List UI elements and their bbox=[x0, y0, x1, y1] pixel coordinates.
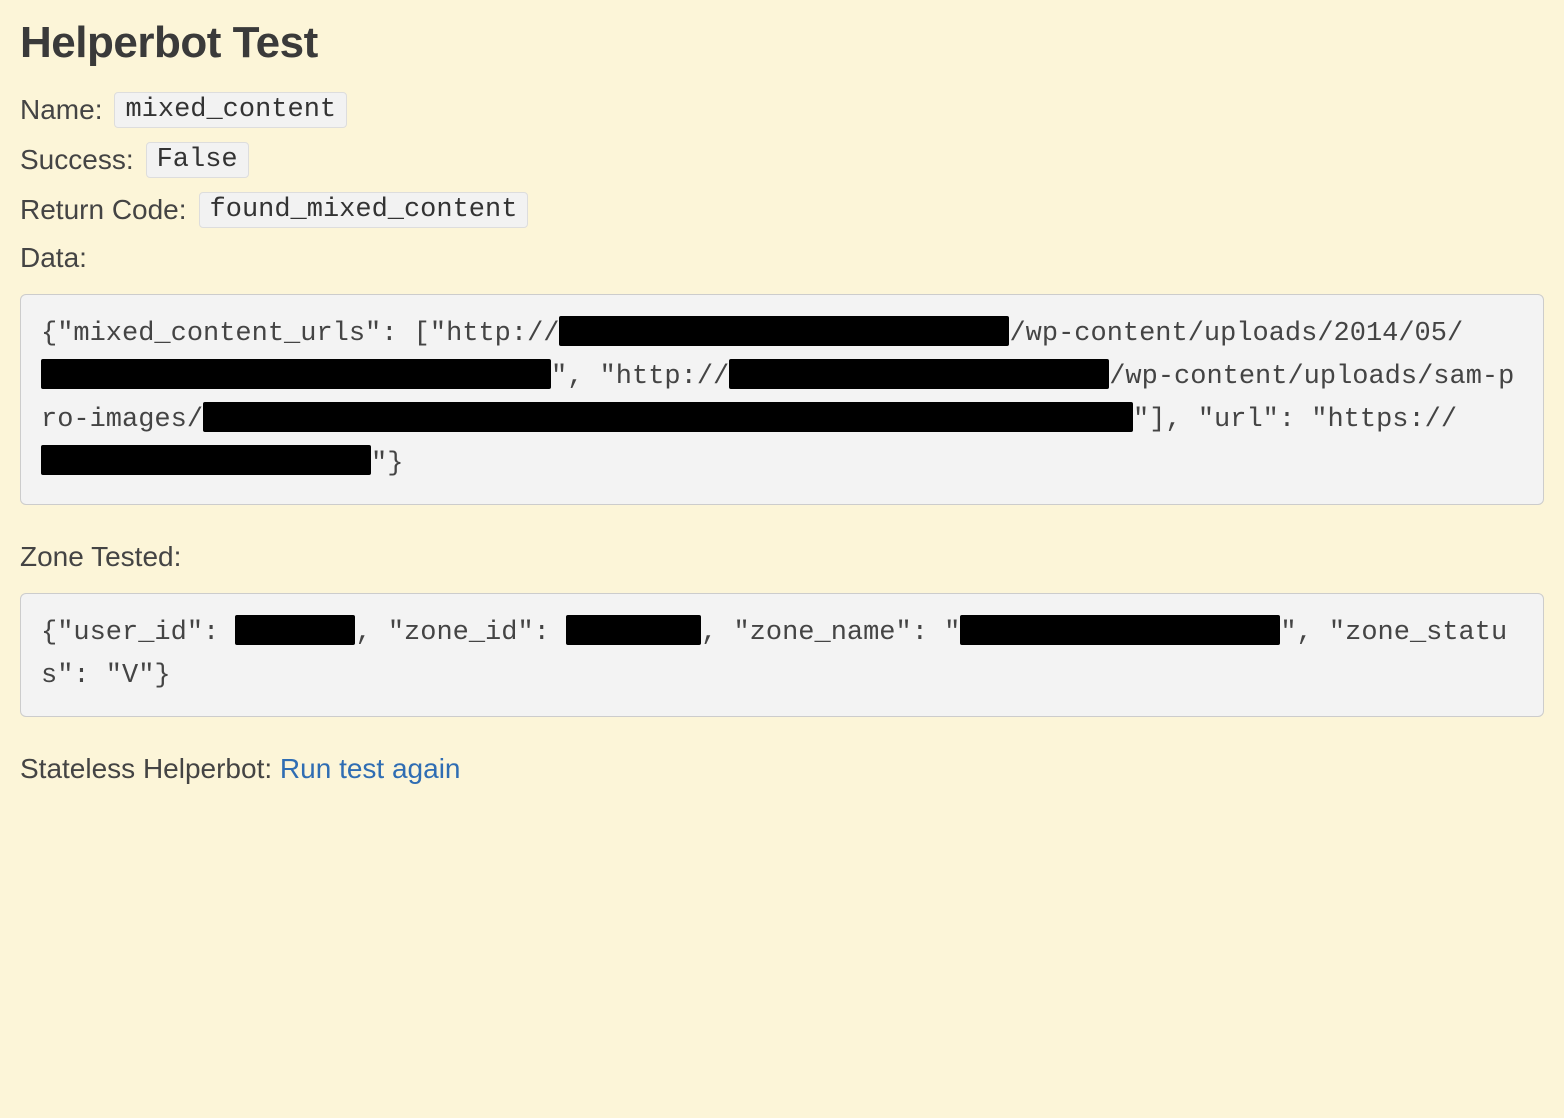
data-segment: "], "url": "https:// bbox=[1133, 405, 1457, 435]
data-code-block: {"mixed_content_urls": ["http:// /wp-cont… bbox=[20, 294, 1544, 505]
redacted-text bbox=[41, 445, 371, 475]
redacted-text bbox=[41, 359, 551, 389]
redacted-text bbox=[566, 615, 701, 645]
return-code-value: found_mixed_content bbox=[199, 192, 529, 228]
page-title: Helperbot Test bbox=[20, 18, 1544, 68]
zone-segment: {"user_id": bbox=[41, 618, 235, 648]
field-name: Name: mixed_content bbox=[20, 92, 1544, 128]
field-success: Success: False bbox=[20, 142, 1544, 178]
redacted-text bbox=[729, 359, 1109, 389]
data-segment: /wp-content/uploads/2014/05/ bbox=[1009, 319, 1463, 349]
zone-segment: , "zone_name": " bbox=[701, 618, 960, 648]
field-return-code: Return Code: found_mixed_content bbox=[20, 192, 1544, 228]
run-test-again-link[interactable]: Run test again bbox=[280, 753, 461, 784]
zone-tested-label: Zone Tested: bbox=[20, 541, 1544, 573]
name-label: Name: bbox=[20, 94, 102, 126]
footer-prefix: Stateless Helperbot: bbox=[20, 753, 280, 784]
success-value: False bbox=[146, 142, 249, 178]
data-segment: {"mixed_content_urls": ["http:// bbox=[41, 319, 559, 349]
data-label: Data: bbox=[20, 242, 87, 274]
redacted-text bbox=[559, 316, 1009, 346]
data-segment: ", "http:// bbox=[551, 362, 729, 392]
redacted-text bbox=[203, 402, 1133, 432]
data-segment: "} bbox=[371, 449, 403, 479]
field-data: Data: bbox=[20, 242, 1544, 274]
redacted-text bbox=[960, 615, 1280, 645]
success-label: Success: bbox=[20, 144, 134, 176]
footer-row: Stateless Helperbot: Run test again bbox=[20, 753, 1544, 785]
name-value: mixed_content bbox=[114, 92, 347, 128]
return-code-label: Return Code: bbox=[20, 194, 187, 226]
zone-code-block: {"user_id": , "zone_id": , "zone_name": … bbox=[20, 593, 1544, 717]
redacted-text bbox=[235, 615, 355, 645]
zone-segment: , "zone_id": bbox=[355, 618, 566, 648]
